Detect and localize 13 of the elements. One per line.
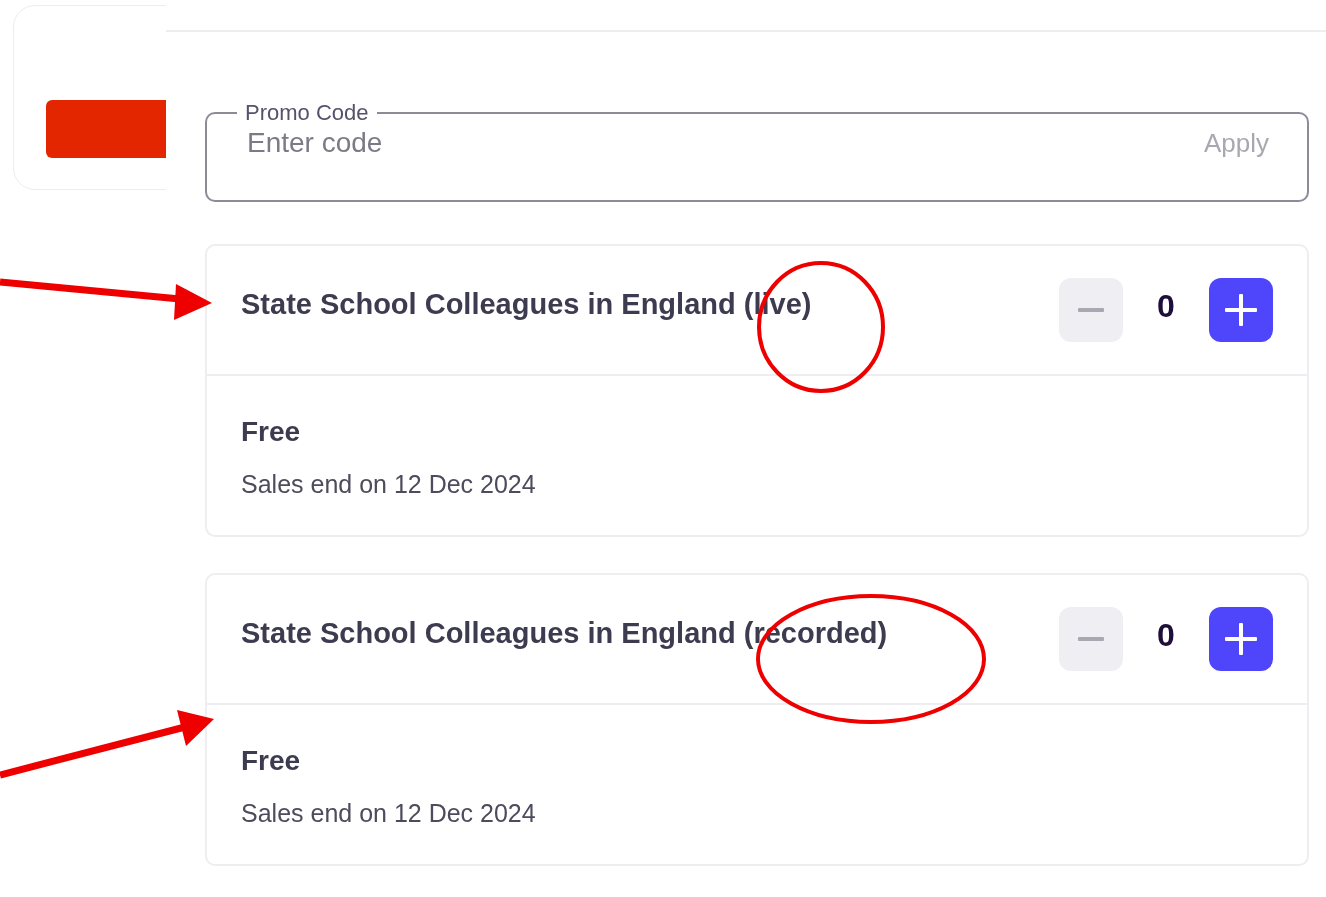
increase-button[interactable]	[1209, 607, 1273, 671]
sales-end-date: Sales end on 12 Dec 2024	[241, 799, 537, 828]
minus-icon	[1078, 308, 1104, 312]
sales-end-date: Sales end on 12 Dec 2024	[241, 470, 537, 499]
minus-icon	[1078, 637, 1104, 641]
plus-icon	[1225, 623, 1257, 655]
ticket-price: Free	[241, 416, 302, 448]
field-label: Promo Code	[244, 100, 370, 126]
ticket-price: Free	[241, 745, 302, 777]
plus-icon	[1225, 294, 1257, 326]
quantity-value: 0	[1156, 616, 1176, 654]
increase-button[interactable]	[1209, 278, 1273, 342]
quantity-value: 0	[1156, 287, 1176, 325]
